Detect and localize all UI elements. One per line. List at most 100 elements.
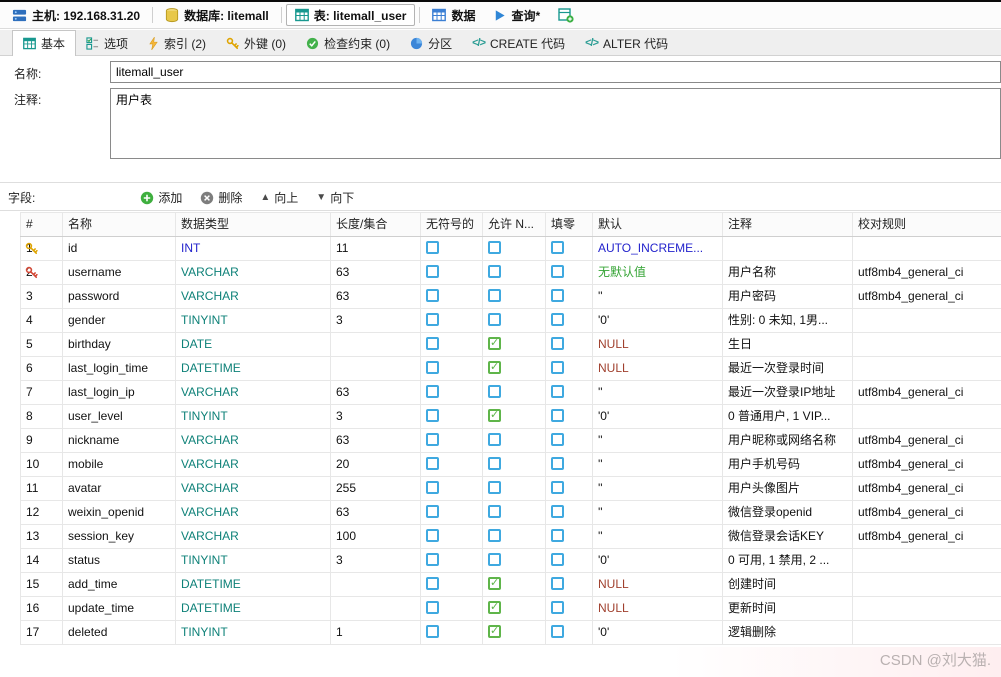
grid-column-header-2[interactable]: 数据类型 <box>175 212 331 237</box>
delete-field-button[interactable]: 删除 <box>191 187 251 209</box>
field-row-status[interactable]: 14 status TINYINT 3 '0' 0 可用, 1 禁用, 2 ... <box>20 548 1001 573</box>
field-name-cell[interactable]: username <box>62 260 176 285</box>
field-name-cell[interactable]: update_time <box>62 596 176 621</box>
comment-cell[interactable] <box>722 236 853 261</box>
allow-null-cell[interactable]: ✓ <box>482 572 546 597</box>
allow-null-checkbox[interactable] <box>488 289 501 303</box>
length-cell[interactable]: 20 <box>330 452 421 477</box>
comment-cell[interactable]: 用户昵称或网络名称 <box>722 428 853 453</box>
allow-null-cell[interactable]: ✓ <box>482 332 546 357</box>
zerofill-cell[interactable] <box>545 524 593 549</box>
data-type-cell[interactable]: VARCHAR <box>175 524 331 549</box>
comment-cell[interactable]: 更新时间 <box>722 596 853 621</box>
data-type-cell[interactable]: TINYINT <box>175 620 331 645</box>
field-row-last_login_time[interactable]: 6 last_login_time DATETIME ✓ NULL 最近一次登录时间 <box>20 356 1001 381</box>
comment-cell[interactable]: 用户手机号码 <box>722 452 853 477</box>
unsigned-checkbox[interactable] <box>426 265 439 279</box>
unsigned-cell[interactable] <box>420 284 483 309</box>
allow-null-cell[interactable]: ✓ <box>482 620 546 645</box>
default-cell[interactable]: '' <box>592 524 723 549</box>
data-type-cell[interactable]: VARCHAR <box>175 500 331 525</box>
comment-cell[interactable]: 性别: 0 未知, 1男... <box>722 308 853 333</box>
field-name-cell[interactable]: add_time <box>62 572 176 597</box>
tab-check-constraints[interactable]: 检查约束 (0) <box>296 31 400 55</box>
row-number-cell[interactable]: 9 <box>20 428 63 453</box>
data-type-cell[interactable]: TINYINT <box>175 308 331 333</box>
field-name-cell[interactable]: birthday <box>62 332 176 357</box>
comment-cell[interactable]: 创建时间 <box>722 572 853 597</box>
zerofill-checkbox[interactable] <box>551 409 564 423</box>
length-cell[interactable]: 100 <box>330 524 421 549</box>
length-cell[interactable]: 11 <box>330 236 421 261</box>
data-type-cell[interactable]: DATETIME <box>175 572 331 597</box>
unsigned-cell[interactable] <box>420 572 483 597</box>
zerofill-checkbox[interactable] <box>551 289 564 303</box>
allow-null-cell[interactable] <box>482 380 546 405</box>
allow-null-checkbox[interactable] <box>488 433 501 447</box>
grid-column-header-4[interactable]: 无符号的 <box>420 212 483 237</box>
default-cell[interactable]: '0' <box>592 308 723 333</box>
allow-null-cell[interactable] <box>482 524 546 549</box>
zerofill-cell[interactable] <box>545 356 593 381</box>
collation-cell[interactable] <box>852 332 1001 357</box>
row-number-cell[interactable]: 16 <box>20 596 63 621</box>
allow-null-cell[interactable] <box>482 476 546 501</box>
tab-indexes[interactable]: 索引 (2) <box>138 31 216 55</box>
comment-cell[interactable]: 最近一次登录时间 <box>722 356 853 381</box>
zerofill-cell[interactable] <box>545 572 593 597</box>
collation-cell[interactable]: utf8mb4_general_ci <box>852 260 1001 285</box>
default-cell[interactable]: NULL <box>592 356 723 381</box>
default-cell[interactable]: '0' <box>592 548 723 573</box>
field-name-cell[interactable]: session_key <box>62 524 176 549</box>
allow-null-checkbox[interactable] <box>488 241 501 255</box>
comment-cell[interactable]: 用户密码 <box>722 284 853 309</box>
field-row-session_key[interactable]: 13 session_key VARCHAR 100 '' 微信登录会话KEY utf8mb… <box>20 524 1001 549</box>
unsigned-checkbox[interactable] <box>426 241 439 255</box>
comment-cell[interactable]: 逻辑删除 <box>722 620 853 645</box>
unsigned-cell[interactable] <box>420 452 483 477</box>
zerofill-cell[interactable] <box>545 500 593 525</box>
row-number-cell[interactable]: 14 <box>20 548 63 573</box>
field-row-update_time[interactable]: 16 update_time DATETIME ✓ NULL 更新时间 <box>20 596 1001 621</box>
allow-null-cell[interactable]: ✓ <box>482 356 546 381</box>
length-cell[interactable] <box>330 332 421 357</box>
zerofill-checkbox[interactable] <box>551 553 564 567</box>
length-cell[interactable]: 63 <box>330 380 421 405</box>
field-name-cell[interactable]: last_login_ip <box>62 380 176 405</box>
field-row-password[interactable]: 3 password VARCHAR 63 '' 用户密码 utf8mb4_general_… <box>20 284 1001 309</box>
data-button[interactable]: 数据 <box>424 4 483 26</box>
allow-null-checkbox[interactable] <box>488 265 501 279</box>
field-name-cell[interactable]: password <box>62 284 176 309</box>
host-breadcrumb[interactable]: 主机: 192.168.31.20 <box>4 4 148 26</box>
collation-cell[interactable] <box>852 404 1001 429</box>
table-comment-input[interactable]: 用户表 <box>110 88 1001 159</box>
zerofill-cell[interactable] <box>545 548 593 573</box>
row-number-cell[interactable]: 8 <box>20 404 63 429</box>
length-cell[interactable]: 63 <box>330 428 421 453</box>
zerofill-cell[interactable] <box>545 428 593 453</box>
comment-cell[interactable]: 最近一次登录IP地址 <box>722 380 853 405</box>
zerofill-checkbox[interactable] <box>551 505 564 519</box>
comment-cell[interactable]: 用户名称 <box>722 260 853 285</box>
collation-cell[interactable]: utf8mb4_general_ci <box>852 428 1001 453</box>
tab-create-code[interactable]: </> CREATE 代码 <box>462 31 575 55</box>
default-cell[interactable]: '' <box>592 476 723 501</box>
field-row-avatar[interactable]: 11 avatar VARCHAR 255 '' 用户头像图片 utf8mb4_genera… <box>20 476 1001 501</box>
row-number-cell[interactable]: 7 <box>20 380 63 405</box>
unsigned-checkbox[interactable] <box>426 313 439 327</box>
field-name-cell[interactable]: nickname <box>62 428 176 453</box>
allow-null-checkbox[interactable] <box>488 313 501 327</box>
zerofill-checkbox[interactable] <box>551 625 564 639</box>
allow-null-cell[interactable]: ✓ <box>482 596 546 621</box>
zerofill-cell[interactable] <box>545 284 593 309</box>
zerofill-checkbox[interactable] <box>551 601 564 615</box>
length-cell[interactable]: 1 <box>330 620 421 645</box>
unsigned-checkbox[interactable] <box>426 553 439 567</box>
unsigned-checkbox[interactable] <box>426 361 439 375</box>
length-cell[interactable] <box>330 596 421 621</box>
comment-cell[interactable]: 微信登录openid <box>722 500 853 525</box>
comment-cell[interactable]: 0 普通用户, 1 VIP... <box>722 404 853 429</box>
allow-null-cell[interactable]: ✓ <box>482 404 546 429</box>
default-cell[interactable]: NULL <box>592 332 723 357</box>
allow-null-checkbox[interactable]: ✓ <box>488 601 501 615</box>
